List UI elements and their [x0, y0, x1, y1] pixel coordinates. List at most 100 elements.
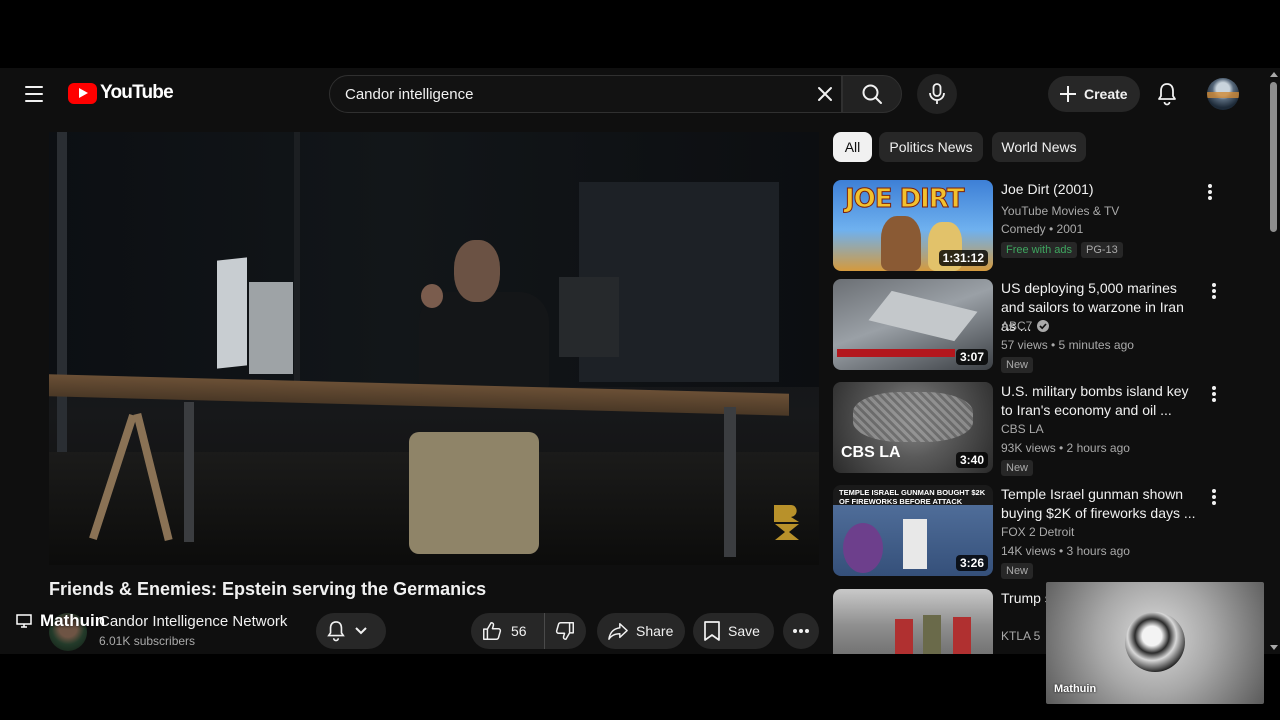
- like-dislike-group: 56: [471, 613, 586, 649]
- video-duration: 3:40: [955, 452, 988, 468]
- scroll-thumb[interactable]: [1270, 82, 1277, 232]
- new-badge: New: [1001, 460, 1034, 476]
- more-options-icon[interactable]: [1207, 384, 1221, 404]
- dislike-button[interactable]: [545, 613, 585, 649]
- webcam-name-label: Mathuin: [1054, 683, 1097, 695]
- chip-world-news[interactable]: World News: [992, 132, 1086, 162]
- recommendation-item[interactable]: JOE DIRT 1:31:12 Joe Dirt (2001) YouTube…: [833, 180, 1233, 272]
- recommendation-item[interactable]: CBS LA 3:40 U.S. military bombs island k…: [833, 382, 1233, 476]
- search-input[interactable]: [345, 85, 805, 103]
- subscriber-count: 6.01K subscribers: [99, 634, 196, 648]
- more-options-icon[interactable]: [1207, 487, 1221, 507]
- video-thumbnail[interactable]: CBS LA 3:40: [833, 382, 993, 473]
- youtube-logo[interactable]: YouTube: [68, 82, 174, 104]
- youtube-play-icon: [68, 82, 97, 104]
- video-scene-monitor-right: [559, 277, 619, 357]
- screen-share-overlay: Mathuin: [16, 611, 105, 631]
- overlay-name: Mathuin: [40, 611, 106, 630]
- channel-watermark-icon[interactable]: [771, 502, 803, 542]
- thumbs-down-icon: [555, 622, 574, 640]
- video-duration: 1:31:12: [938, 250, 988, 266]
- thumbnail-channel-logo-text: CBS LA: [841, 444, 901, 461]
- thumbnail-figure: [843, 523, 883, 573]
- video-thumbnail[interactable]: 3:07: [833, 279, 993, 370]
- channel-name[interactable]: Candor Intelligence Network: [99, 613, 287, 630]
- voice-search-button[interactable]: [917, 74, 957, 114]
- more-options-icon[interactable]: [1203, 182, 1217, 202]
- video-title: Friends & Enemies: Epstein serving the G…: [49, 579, 487, 599]
- rating-badge: PG-13: [1081, 242, 1123, 258]
- recommendation-channel[interactable]: CBS LA: [1001, 422, 1044, 436]
- thumbs-up-icon: [483, 622, 502, 640]
- notifications-button[interactable]: [1151, 78, 1183, 110]
- account-avatar[interactable]: [1207, 78, 1239, 110]
- more-options-icon[interactable]: [1207, 281, 1221, 301]
- new-badge: New: [1001, 563, 1034, 579]
- video-duration: 3:26: [955, 555, 988, 571]
- free-with-ads-badge: Free with ads: [1001, 242, 1078, 258]
- video-scene-computer: [249, 282, 293, 374]
- webcam-overlay: Mathuin: [1046, 582, 1264, 704]
- menu-icon[interactable]: [22, 84, 46, 104]
- share-button[interactable]: Share: [597, 613, 685, 649]
- subscribed-notification-button[interactable]: [316, 613, 386, 649]
- monitor-icon: [16, 614, 32, 628]
- more-actions-button[interactable]: [783, 613, 819, 649]
- chevron-down-icon: [355, 627, 367, 635]
- save-button[interactable]: Save: [693, 613, 774, 649]
- microphone-icon: [929, 83, 945, 104]
- video-duration: 3:07: [955, 349, 988, 365]
- create-label: Create: [1084, 86, 1128, 102]
- chip-all[interactable]: All: [833, 132, 872, 162]
- video-player[interactable]: [49, 132, 819, 565]
- video-scene-desk-leg: [184, 402, 194, 542]
- thumbnail-figure: [903, 519, 927, 569]
- webcam-avatar-globe: [1125, 612, 1185, 672]
- thumbnail-figure: [895, 619, 913, 654]
- chip-politics-news[interactable]: Politics News: [879, 132, 983, 162]
- video-thumbnail[interactable]: [833, 589, 993, 654]
- bell-icon: [327, 621, 345, 642]
- recommendation-channel[interactable]: FOX 2 Detroit: [1001, 525, 1074, 539]
- video-scene-monitor: [217, 257, 247, 369]
- like-button[interactable]: 56: [471, 613, 545, 649]
- video-scene-person: [419, 292, 549, 392]
- video-scene-hand: [421, 284, 443, 308]
- thumbnail-figure: [881, 216, 921, 271]
- close-icon[interactable]: [815, 84, 835, 104]
- video-scene-pipe: [294, 132, 300, 392]
- thumbnail-ship: [868, 290, 978, 342]
- search-box: [329, 75, 842, 113]
- recommendation-channel[interactable]: YouTube Movies & TV: [1001, 204, 1119, 218]
- channel-name-text: ABC7: [1001, 319, 1033, 333]
- recommendation-meta: 57 views • 5 minutes ago: [1001, 338, 1134, 352]
- search-button[interactable]: [842, 75, 902, 113]
- thumbnail-island: [853, 392, 973, 442]
- recommendation-item[interactable]: 3:07 US deploying 5,000 marines and sail…: [833, 279, 1233, 373]
- save-label: Save: [728, 623, 760, 639]
- scroll-up-arrow-icon[interactable]: [1270, 72, 1278, 77]
- video-scene-person-legs: [409, 432, 539, 554]
- video-scene-person-head: [454, 240, 500, 302]
- logo-text: YouTube: [100, 82, 174, 103]
- recommendation-channel[interactable]: ABC7: [1001, 319, 1050, 333]
- video-scene-desk-leg: [724, 407, 736, 557]
- recommendation-title[interactable]: Temple Israel gunman shown buying $2K of…: [1001, 485, 1201, 523]
- thumbnail-title-text: JOE DIRT: [844, 184, 964, 215]
- search-icon: [862, 84, 882, 104]
- recommendation-item[interactable]: TEMPLE ISRAEL GUNMAN BOUGHT $2K OF FIREW…: [833, 485, 1233, 579]
- bell-icon: [1158, 83, 1176, 106]
- scroll-down-arrow-icon[interactable]: [1270, 645, 1278, 650]
- share-icon: [608, 623, 628, 640]
- thumbnail-figure: [953, 617, 971, 654]
- video-thumbnail[interactable]: JOE DIRT 1:31:12: [833, 180, 993, 271]
- recommendation-meta: 93K views • 2 hours ago: [1001, 441, 1130, 455]
- recommendation-title[interactable]: Joe Dirt (2001): [1001, 180, 1201, 199]
- video-thumbnail[interactable]: TEMPLE ISRAEL GUNMAN BOUGHT $2K OF FIREW…: [833, 485, 993, 576]
- verified-icon: [1037, 320, 1050, 332]
- create-button[interactable]: Create: [1048, 76, 1140, 112]
- recommendation-title[interactable]: U.S. military bombs island key to Iran's…: [1001, 382, 1201, 420]
- new-badge: New: [1001, 357, 1034, 373]
- recommendation-channel[interactable]: KTLA 5: [1001, 629, 1040, 643]
- page-scrollbar[interactable]: [1267, 68, 1280, 654]
